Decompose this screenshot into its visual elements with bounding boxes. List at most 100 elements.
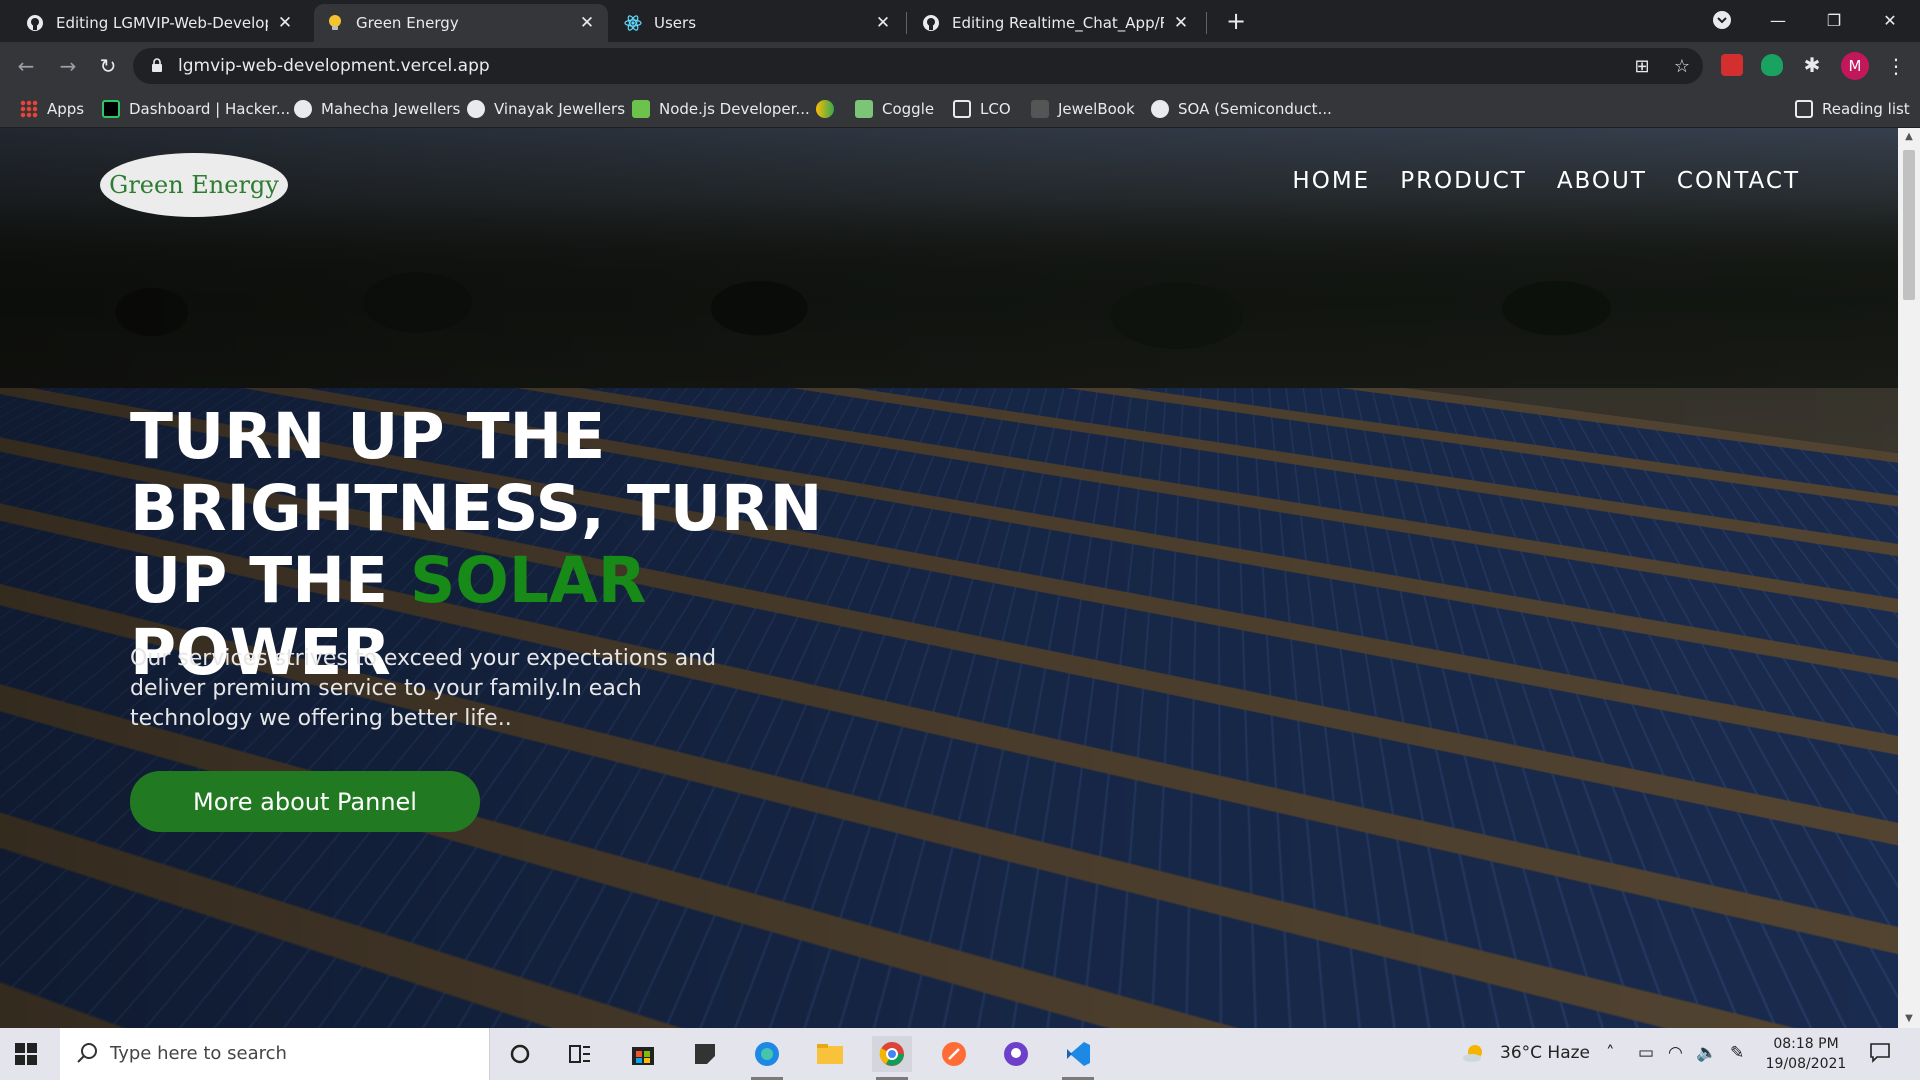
sticky-notes-icon[interactable] [685, 1036, 725, 1072]
site-nav: HOME PRODUCT ABOUT CONTACT [1292, 168, 1800, 194]
taskbar-search-box[interactable]: Type here to search [60, 1028, 490, 1080]
browser-toolbar: ← → ↻ lgmvip-web-development.vercel.app … [0, 42, 1920, 90]
bookmark-mahecha-jewellers[interactable]: Mahecha Jewellers [294, 98, 460, 120]
star-icon[interactable]: ☆ [1671, 56, 1693, 78]
scrollbar-thumb[interactable] [1903, 150, 1915, 300]
scroll-up-arrow-icon[interactable]: ▲ [1898, 128, 1920, 146]
close-icon[interactable]: ✕ [1172, 13, 1190, 33]
nav-about[interactable]: ABOUT [1557, 168, 1647, 194]
microsoft-store-icon[interactable] [623, 1036, 663, 1072]
nav-product[interactable]: PRODUCT [1400, 168, 1527, 194]
new-tab-button[interactable]: + [1222, 6, 1250, 36]
install-app-icon[interactable]: ⊞ [1631, 56, 1653, 78]
close-window-icon[interactable]: ✕ [1862, 0, 1918, 40]
url-text: lgmvip-web-development.vercel.app [178, 56, 490, 76]
tab-separator [906, 12, 907, 34]
reading-list-icon [1795, 100, 1813, 118]
search-icon [76, 1042, 98, 1068]
hackerrank-icon [102, 100, 120, 118]
tab-green-energy[interactable]: Green Energy ✕ [314, 4, 608, 42]
more-about-pannel-button[interactable]: More about Pannel [130, 771, 480, 832]
globe-icon [294, 100, 312, 118]
globe-icon [467, 100, 485, 118]
tab-users[interactable]: Users ✕ [612, 4, 904, 42]
jewelbook-icon [1031, 100, 1049, 118]
nav-contact[interactable]: CONTACT [1677, 168, 1800, 194]
bookmark-lco[interactable]: LCO [953, 98, 1011, 120]
github-icon [26, 14, 44, 32]
coggle-icon [855, 100, 873, 118]
bookmark-icon [816, 100, 834, 118]
react-icon [624, 14, 642, 32]
weather-icon[interactable] [1462, 1040, 1488, 1069]
bookmark-soa[interactable]: SOA (Semiconduct... [1151, 98, 1332, 120]
tab-separator [1206, 12, 1207, 34]
reload-button[interactable]: ↻ [92, 50, 124, 82]
tab-title: Users [654, 14, 697, 32]
bookmark-unnamed[interactable] [816, 98, 843, 120]
browser-tab-strip: Editing LGMVIP-Web-Developme ✕ Green Ene… [0, 0, 1920, 42]
clock[interactable]: 08:18 PM 19/08/2021 [1756, 1034, 1856, 1074]
profile-avatar[interactable]: M [1841, 52, 1869, 80]
show-hidden-icons-icon[interactable]: ˄ [1606, 1043, 1615, 1063]
scroll-down-arrow-icon[interactable]: ▼ [1898, 1010, 1920, 1028]
lock-icon [151, 58, 163, 77]
volume-icon[interactable]: 🔈 [1696, 1043, 1717, 1063]
back-button[interactable]: ← [10, 50, 42, 82]
postman-icon[interactable] [934, 1036, 974, 1072]
search-placeholder: Type here to search [110, 1043, 287, 1064]
cortana-icon[interactable] [500, 1036, 540, 1072]
minimize-icon[interactable]: — [1750, 0, 1806, 40]
bookmarks-bar: Apps Dashboard | Hacker... Mahecha Jewel… [0, 90, 1920, 128]
restore-icon[interactable]: ❐ [1806, 0, 1862, 40]
pen-workspace-icon[interactable]: ✎ [1730, 1043, 1744, 1063]
tab-title: Editing LGMVIP-Web-Developme [56, 14, 268, 32]
file-explorer-icon[interactable] [810, 1036, 850, 1072]
windows-start-icon[interactable] [14, 1042, 38, 1066]
battery-icon[interactable]: ▭ [1638, 1043, 1654, 1063]
bookmark-coggle[interactable]: Coggle [855, 98, 934, 120]
bookmark-vinayak-jewellers[interactable]: Vinayak Jewellers [467, 98, 625, 120]
reading-list-button[interactable]: Reading list [1795, 98, 1910, 120]
hero-subtext: Our services strives to exceed your expe… [130, 646, 717, 731]
close-icon[interactable]: ✕ [276, 13, 294, 33]
bookmark-apps[interactable]: Apps [20, 98, 84, 120]
lightbulb-icon [326, 14, 344, 32]
edge-icon[interactable] [747, 1036, 787, 1080]
tab-title: Green Energy [356, 14, 459, 32]
address-bar[interactable]: lgmvip-web-development.vercel.app ⊞ ☆ [133, 48, 1703, 84]
wifi-icon[interactable]: ◠ [1668, 1043, 1683, 1063]
windows-taskbar: Type here to search 36°C Haze ˄ ▭ ◠ 🔈 ✎ … [0, 1028, 1920, 1080]
nav-home[interactable]: HOME [1292, 168, 1370, 194]
extension-shield-icon[interactable] [1761, 54, 1783, 76]
bookmark-nodejs-developer[interactable]: Node.js Developer... [632, 98, 810, 120]
github-icon [922, 14, 940, 32]
github-desktop-icon[interactable] [996, 1036, 1036, 1072]
notifications-icon[interactable] [1868, 1040, 1892, 1069]
extension-red-icon[interactable] [1721, 54, 1743, 76]
close-icon[interactable]: ✕ [578, 13, 596, 33]
bookmark-jewelbook[interactable]: JewelBook [1031, 98, 1135, 120]
bookmark-hackerrank[interactable]: Dashboard | Hacker... [102, 98, 290, 120]
chrome-icon[interactable] [872, 1036, 912, 1080]
menu-kebab-icon[interactable]: ⋮ [1886, 52, 1906, 80]
globe-icon [1151, 100, 1169, 118]
tab-editing-lgmvip[interactable]: Editing LGMVIP-Web-Developme ✕ [14, 4, 306, 42]
tab-search-button[interactable] [1694, 0, 1750, 40]
weather-text[interactable]: 36°C Haze [1500, 1043, 1590, 1063]
page-scrollbar[interactable]: ▲ ▼ [1898, 128, 1920, 1028]
nodejs-icon [632, 100, 650, 118]
task-view-icon[interactable] [560, 1036, 600, 1072]
tab-title: Editing Realtime_Chat_App/READ [952, 14, 1164, 32]
clock-date: 19/08/2021 [1765, 1056, 1847, 1072]
extensions-puzzle-icon[interactable]: ✱ [1801, 54, 1823, 76]
headline-accent: SOLAR [409, 544, 647, 617]
clock-time: 08:18 PM [1773, 1036, 1839, 1052]
apps-grid-icon [20, 100, 38, 118]
close-icon[interactable]: ✕ [874, 13, 892, 33]
site-logo[interactable]: Green Energy [100, 153, 288, 217]
forward-button[interactable]: → [52, 50, 84, 82]
vscode-icon[interactable] [1058, 1036, 1098, 1080]
tab-editing-realtime-chat[interactable]: Editing Realtime_Chat_App/READ ✕ [910, 4, 1202, 42]
page-viewport: Green Energy HOME PRODUCT ABOUT CONTACT … [0, 128, 1898, 1028]
